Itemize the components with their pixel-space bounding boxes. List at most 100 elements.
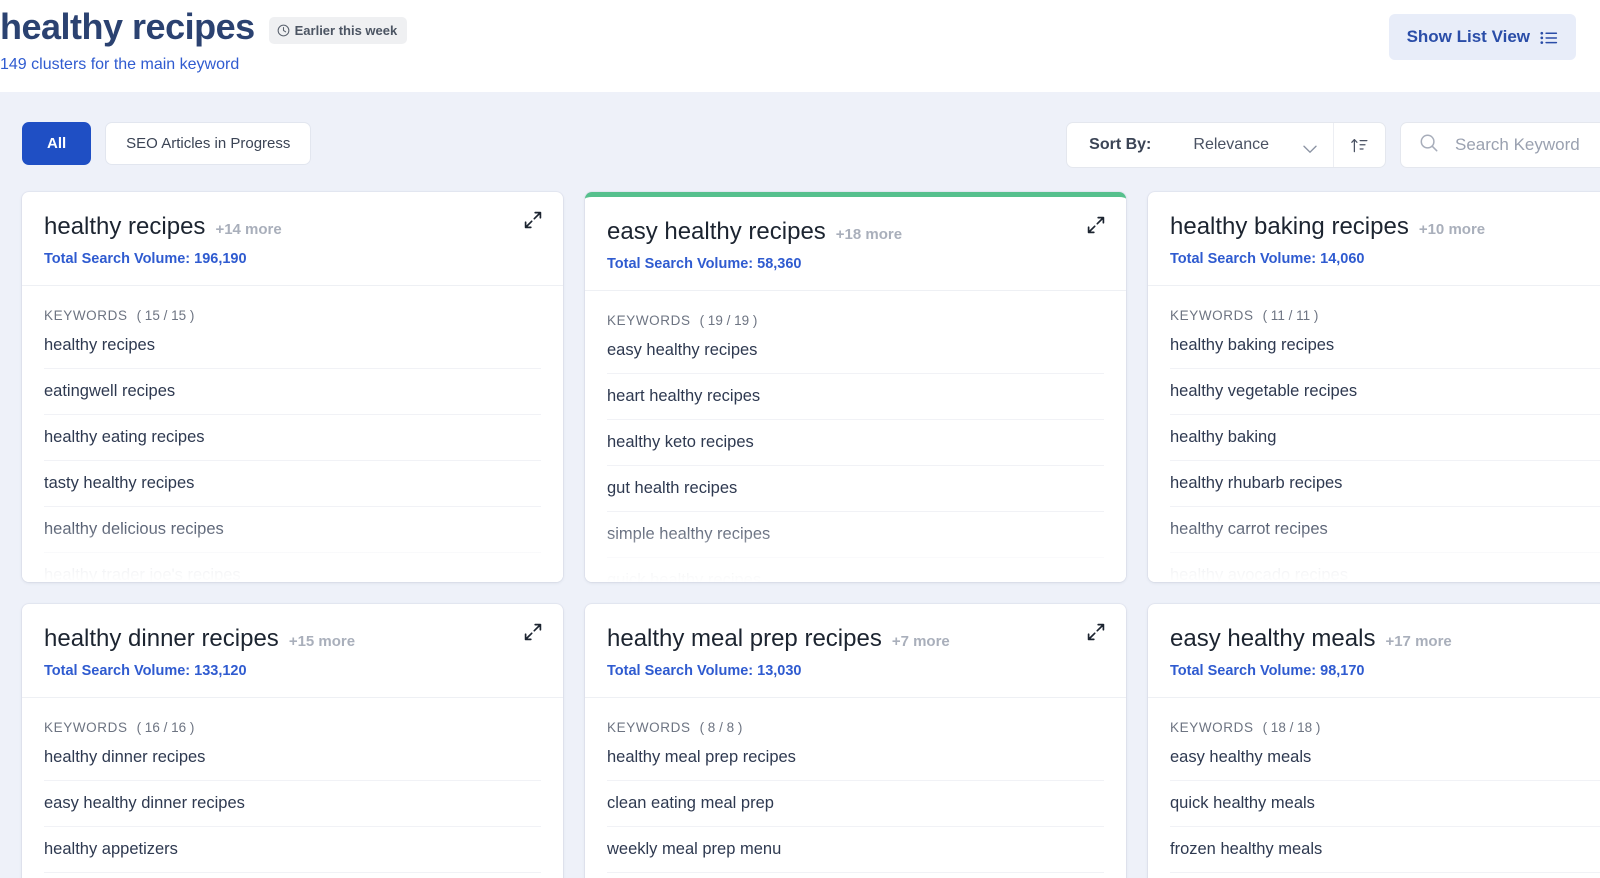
status-badge-label: Earlier this week: [295, 23, 398, 38]
cluster-card[interactable]: easy healthy recipes +18 more Total Sear…: [585, 192, 1126, 582]
card-more-count: +10 more: [1419, 221, 1485, 238]
keywords-count: ( 16 / 16 ): [137, 720, 195, 735]
keyword-list: healthy baking recipes healthy vegetable…: [1148, 323, 1600, 582]
list-item[interactable]: healthy baking recipes: [1170, 323, 1600, 369]
search-keyword-box[interactable]: [1400, 122, 1600, 168]
chevron-down-icon: [1303, 141, 1317, 150]
cluster-card[interactable]: healthy dinner recipes +15 more Total Se…: [22, 604, 563, 878]
card-title: healthy meal prep recipes: [607, 624, 882, 654]
card-search-volume: Total Search Volume: 98,170: [1170, 663, 1600, 679]
keywords-label: KEYWORDS: [607, 313, 691, 328]
list-item[interactable]: simple healthy recipes: [607, 512, 1104, 558]
list-item[interactable]: healthy trader joe's recipes: [44, 553, 541, 582]
card-title: healthy dinner recipes: [44, 624, 279, 654]
list-item[interactable]: frozen healthy meals: [1170, 827, 1600, 873]
sort-direction-icon[interactable]: [1333, 123, 1385, 167]
list-item[interactable]: weekly meal prep menu: [607, 827, 1104, 873]
card-search-volume: Total Search Volume: 133,120: [44, 663, 541, 679]
cluster-card[interactable]: healthy meal prep recipes +7 more Total …: [585, 604, 1126, 878]
cluster-card[interactable]: healthy baking recipes +10 more Total Se…: [1148, 192, 1600, 582]
card-title-row: healthy baking recipes +10 more: [1170, 212, 1600, 242]
list-item[interactable]: healthy avocado recipes: [1170, 553, 1600, 582]
keywords-count: ( 11 / 11 ): [1263, 308, 1319, 323]
page-title: healthy recipes: [0, 6, 255, 48]
clock-icon: [277, 24, 290, 37]
search-input[interactable]: [1455, 135, 1600, 155]
keywords-count: ( 19 / 19 ): [700, 313, 758, 328]
list-item[interactable]: healthy dinner recipes: [44, 735, 541, 781]
card-header: healthy baking recipes +10 more Total Se…: [1148, 192, 1600, 285]
card-title-row: healthy dinner recipes +15 more: [44, 624, 541, 654]
filter-chip-group: All SEO Articles in Progress: [22, 122, 311, 165]
card-search-volume: Total Search Volume: 196,190: [44, 251, 541, 267]
expand-icon[interactable]: [523, 210, 543, 230]
card-title-row: easy healthy meals +17 more: [1170, 624, 1600, 654]
list-item[interactable]: gut health recipes: [607, 466, 1104, 512]
list-item[interactable]: healthy meal prep recipes: [607, 735, 1104, 781]
keyword-list: healthy recipes eatingwell recipes healt…: [22, 323, 563, 582]
list-item[interactable]: healthy carrot recipes: [1170, 507, 1600, 553]
sort-select-value: Relevance: [1193, 136, 1269, 154]
list-item[interactable]: healthy eating recipes: [44, 415, 541, 461]
search-icon: [1419, 133, 1439, 158]
card-search-volume: Total Search Volume: 58,360: [607, 256, 1104, 272]
list-item[interactable]: tasty healthy recipes: [44, 461, 541, 507]
card-title: easy healthy recipes: [607, 217, 826, 247]
show-list-view-button[interactable]: Show List View: [1389, 14, 1576, 60]
keywords-header: KEYWORDS ( 15 / 15 ): [22, 286, 563, 323]
keywords-count: ( 8 / 8 ): [700, 720, 743, 735]
list-item[interactable]: healthy vegetable recipes: [1170, 369, 1600, 415]
list-item[interactable]: healthy recipes: [44, 323, 541, 369]
list-item[interactable]: quick healthy recipes: [607, 558, 1104, 582]
keywords-label: KEYWORDS: [44, 720, 128, 735]
card-title: healthy baking recipes: [1170, 212, 1409, 242]
keywords-count: ( 18 / 18 ): [1263, 720, 1321, 735]
list-item[interactable]: clean eating meal prep: [607, 781, 1104, 827]
list-item[interactable]: healthy appetizers: [44, 827, 541, 873]
card-more-count: +14 more: [215, 221, 281, 238]
cluster-card-grid: healthy recipes +14 more Total Search Vo…: [0, 192, 1600, 878]
sort-select[interactable]: Relevance: [1167, 123, 1333, 167]
list-item[interactable]: heart healthy recipes: [607, 374, 1104, 420]
toolbar: All SEO Articles in Progress Sort By: Re…: [0, 92, 1600, 192]
sort-by-label: Sort By:: [1067, 123, 1167, 167]
keywords-label: KEYWORDS: [607, 720, 691, 735]
list-item[interactable]: healthy baking: [1170, 415, 1600, 461]
list-item[interactable]: healthy delicious recipes: [44, 507, 541, 553]
list-item[interactable]: eatingwell recipes: [44, 369, 541, 415]
keyword-cluster-page: healthy recipes Earlier this week 149 cl…: [0, 0, 1600, 878]
card-search-volume: Total Search Volume: 13,030: [607, 663, 1104, 679]
card-header: healthy recipes +14 more Total Search Vo…: [22, 192, 563, 285]
list-item[interactable]: healthy keto recipes: [607, 420, 1104, 466]
list-item[interactable]: healthy rhubarb recipes: [1170, 461, 1600, 507]
keywords-header: KEYWORDS ( 16 / 16 ): [22, 698, 563, 735]
keywords-label: KEYWORDS: [1170, 308, 1254, 323]
expand-icon[interactable]: [1086, 215, 1106, 235]
cluster-card[interactable]: healthy recipes +14 more Total Search Vo…: [22, 192, 563, 582]
page-header: healthy recipes Earlier this week 149 cl…: [0, 0, 1600, 92]
keyword-list: healthy dinner recipes easy healthy dinn…: [22, 735, 563, 878]
list-item[interactable]: easy healthy dinner recipes: [44, 781, 541, 827]
card-more-count: +17 more: [1385, 633, 1451, 650]
card-title: healthy recipes: [44, 212, 205, 242]
cluster-card[interactable]: easy healthy meals +17 more Total Search…: [1148, 604, 1600, 878]
list-item[interactable]: easy healthy meals: [1170, 735, 1600, 781]
card-header: easy healthy meals +17 more Total Search…: [1148, 604, 1600, 697]
filter-chip-seo-articles-in-progress[interactable]: SEO Articles in Progress: [105, 122, 311, 165]
card-more-count: +15 more: [289, 633, 355, 650]
list-item[interactable]: easy healthy recipes: [607, 328, 1104, 374]
page-subtitle: 149 clusters for the main keyword: [0, 54, 407, 76]
card-more-count: +7 more: [892, 633, 950, 650]
keyword-list: easy healthy recipes heart healthy recip…: [585, 328, 1126, 582]
card-title-row: easy healthy recipes +18 more: [607, 217, 1104, 247]
expand-icon[interactable]: [1086, 622, 1106, 642]
header-left: healthy recipes Earlier this week 149 cl…: [0, 6, 407, 76]
card-more-count: +18 more: [836, 226, 902, 243]
keyword-list: easy healthy meals quick healthy meals f…: [1148, 735, 1600, 878]
card-header: healthy meal prep recipes +7 more Total …: [585, 604, 1126, 697]
keywords-header: KEYWORDS ( 8 / 8 ): [585, 698, 1126, 735]
filter-chip-all[interactable]: All: [22, 122, 91, 165]
list-item[interactable]: quick healthy meals: [1170, 781, 1600, 827]
expand-icon[interactable]: [523, 622, 543, 642]
keywords-header: KEYWORDS ( 18 / 18 ): [1148, 698, 1600, 735]
